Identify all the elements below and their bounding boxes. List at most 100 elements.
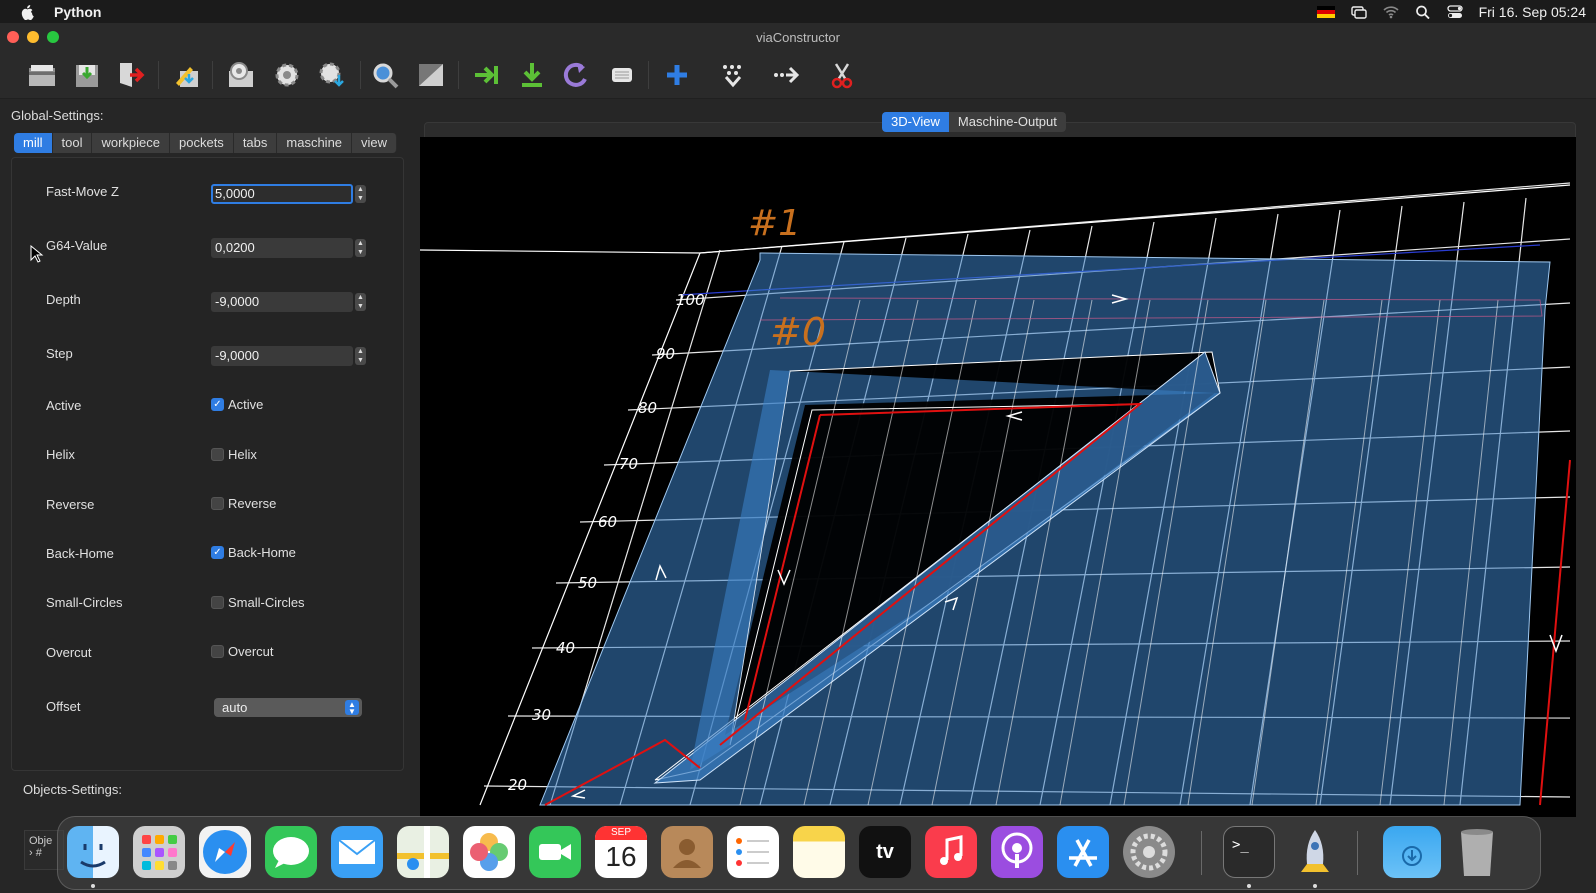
- notes-icon[interactable]: [793, 826, 845, 878]
- app-store-icon[interactable]: [1057, 826, 1109, 878]
- finder-icon[interactable]: [67, 826, 119, 878]
- depth-spinbox[interactable]: -9,0000 ▲ ▼: [211, 292, 366, 312]
- maps-icon[interactable]: [397, 826, 449, 878]
- zoom-window-button[interactable]: [47, 31, 59, 43]
- gear-icon[interactable]: [270, 59, 304, 91]
- objects-tree-item[interactable]: › #: [29, 847, 59, 859]
- grid-label: 30: [532, 706, 551, 724]
- reminders-icon[interactable]: [727, 826, 779, 878]
- podcasts-icon[interactable]: [991, 826, 1043, 878]
- trash-icon[interactable]: [1451, 826, 1503, 878]
- step-input[interactable]: -9,0000: [211, 346, 353, 366]
- safari-icon[interactable]: [199, 826, 251, 878]
- tool-settings-icon[interactable]: [224, 59, 258, 91]
- checkbox-box: [211, 497, 224, 510]
- tab-tabs[interactable]: tabs: [233, 133, 278, 153]
- tab-view[interactable]: view: [352, 133, 398, 153]
- depth-input[interactable]: -9,0000: [211, 292, 353, 312]
- open-icon[interactable]: [25, 59, 59, 91]
- zoom-search-icon[interactable]: [369, 59, 403, 91]
- tab-pockets[interactable]: pockets: [170, 133, 234, 153]
- offset-label: Offset: [46, 699, 81, 714]
- launchpad-icon[interactable]: [133, 826, 185, 878]
- scissors-icon[interactable]: [825, 59, 859, 91]
- fast-move-z-spinbox[interactable]: 5,0000 ▲ ▼: [211, 184, 366, 204]
- tab-workpiece[interactable]: workpiece: [92, 133, 170, 153]
- search-icon[interactable]: [1415, 5, 1431, 19]
- back-home-checkbox[interactable]: ✓ Back-Home: [211, 545, 296, 560]
- next-icon[interactable]: [470, 59, 504, 91]
- download-icon[interactable]: [515, 59, 549, 91]
- scatter-icon[interactable]: [716, 59, 750, 91]
- add-icon[interactable]: [660, 59, 694, 91]
- reverse-checkbox[interactable]: Reverse: [211, 496, 276, 511]
- checkmark-icon: ✓: [211, 398, 224, 411]
- system-settings-icon[interactable]: [1123, 826, 1175, 878]
- objects-tree-header: Obje: [29, 835, 53, 847]
- save-icon[interactable]: [70, 59, 104, 91]
- title-bar: viaConstructor: [0, 23, 1596, 51]
- reverse-checkbox-text: Reverse: [228, 496, 277, 511]
- small-circles-checkbox[interactable]: Small-Circles: [211, 595, 305, 610]
- tab-tool[interactable]: tool: [52, 133, 93, 153]
- gear-download-icon[interactable]: [316, 59, 350, 91]
- wifi-icon[interactable]: [1383, 5, 1399, 19]
- terminal-icon[interactable]: >_: [1223, 826, 1275, 878]
- app-name[interactable]: Python: [54, 4, 101, 20]
- g64-value-stepper[interactable]: ▲ ▼: [355, 239, 366, 257]
- 3d-viewport[interactable]: #1 #0 100 90 80 70 60 50 40 30 20: [420, 137, 1576, 817]
- tv-icon[interactable]: tv: [859, 826, 911, 878]
- minimize-window-button[interactable]: [27, 31, 39, 43]
- offset-select[interactable]: auto ▲ ▼: [214, 698, 362, 717]
- downloads-folder-icon[interactable]: [1383, 826, 1441, 878]
- input-source-flag-icon[interactable]: [1316, 5, 1335, 18]
- helix-checkbox[interactable]: Helix: [211, 447, 257, 462]
- g64-value-input[interactable]: 0,0200: [211, 238, 353, 258]
- calendar-icon[interactable]: SEP 16: [595, 826, 647, 878]
- step-stepper[interactable]: ▲ ▼: [355, 347, 366, 365]
- step-spinbox[interactable]: -9,0000 ▲ ▼: [211, 346, 366, 366]
- control-center-icon[interactable]: [1446, 4, 1463, 19]
- small-circles-checkbox-text: Small-Circles: [228, 595, 305, 610]
- tab-maschine[interactable]: maschine: [277, 133, 353, 153]
- exit-icon[interactable]: [114, 59, 148, 91]
- view-icon[interactable]: [414, 59, 448, 91]
- mail-icon[interactable]: [331, 826, 383, 878]
- tab-maschine-output[interactable]: Maschine-Output: [948, 112, 1066, 132]
- music-icon[interactable]: [925, 826, 977, 878]
- offset-select-value: auto: [222, 700, 248, 715]
- depth-label: Depth: [46, 292, 81, 307]
- python-icon[interactable]: [1289, 826, 1341, 878]
- depth-stepper[interactable]: ▲ ▼: [355, 293, 366, 311]
- object-label-1: #1: [748, 203, 801, 244]
- grid-icon[interactable]: [605, 59, 639, 91]
- grid-label: 80: [638, 399, 657, 417]
- step-label: Step: [46, 346, 73, 361]
- fast-move-z-stepper[interactable]: ▲ ▼: [355, 185, 366, 203]
- chevron-updown-icon: ▲ ▼: [345, 700, 359, 716]
- g64-value-spinbox[interactable]: 0,0200 ▲ ▼: [211, 238, 366, 258]
- edit-icon[interactable]: [170, 59, 204, 91]
- facetime-icon[interactable]: [529, 826, 581, 878]
- overcut-label: Overcut: [46, 645, 92, 660]
- fast-move-z-input[interactable]: 5,0000: [211, 184, 353, 204]
- tab-mill[interactable]: mill: [14, 133, 53, 153]
- grid-label: 50: [578, 574, 597, 592]
- close-window-button[interactable]: [7, 31, 19, 43]
- messages-icon[interactable]: [265, 826, 317, 878]
- overcut-checkbox[interactable]: Overcut: [211, 644, 274, 659]
- contacts-icon[interactable]: [661, 826, 713, 878]
- back-home-label: Back-Home: [46, 546, 114, 561]
- photos-icon[interactable]: [463, 826, 515, 878]
- active-checkbox[interactable]: ✓ Active: [211, 397, 263, 412]
- menu-clock[interactable]: Fri 16. Sep 05:24: [1479, 4, 1586, 20]
- object-label-0: #0: [770, 310, 826, 354]
- screen-mirroring-icon[interactable]: [1350, 5, 1367, 19]
- reverse-label: Reverse: [46, 497, 95, 512]
- redo-icon[interactable]: [560, 59, 594, 91]
- apple-icon[interactable]: [20, 4, 36, 20]
- grid-label: 40: [556, 639, 575, 657]
- arrow-dots-icon[interactable]: [769, 59, 803, 91]
- tab-3d-view[interactable]: 3D-View: [882, 112, 949, 132]
- global-settings-label: Global-Settings:: [11, 108, 104, 123]
